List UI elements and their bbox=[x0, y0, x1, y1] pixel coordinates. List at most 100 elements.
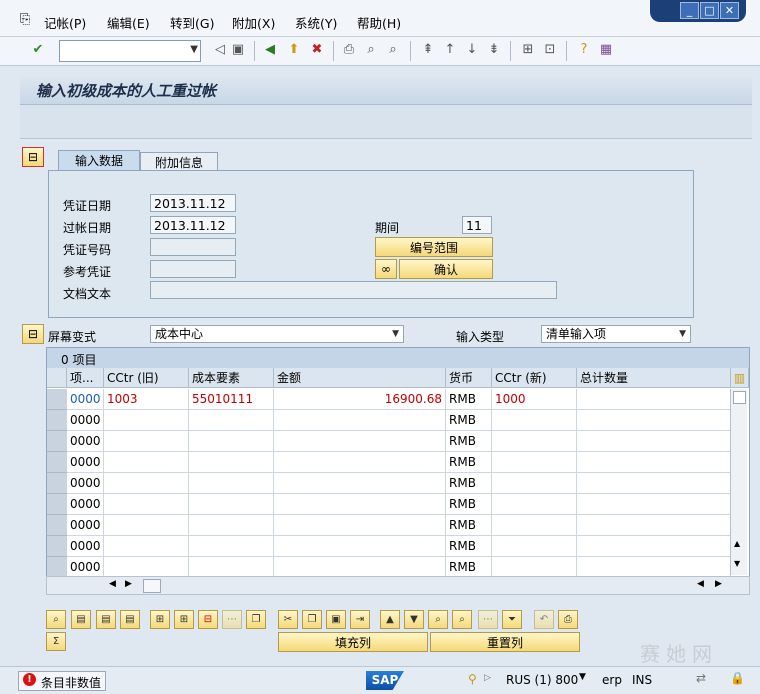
table-cell[interactable] bbox=[577, 536, 731, 557]
table-cell[interactable] bbox=[492, 473, 577, 494]
search-icon[interactable]: ⌕ bbox=[428, 610, 448, 629]
col-total-qty[interactable]: 总计数量 bbox=[577, 368, 731, 388]
table-cell[interactable] bbox=[577, 389, 731, 410]
row-selector[interactable] bbox=[47, 410, 67, 431]
doc-text-field[interactable] bbox=[150, 281, 557, 299]
exit-icon[interactable]: ⬆ bbox=[286, 42, 302, 58]
table-cell[interactable] bbox=[189, 452, 274, 473]
table-cell[interactable] bbox=[577, 515, 731, 536]
paste-icon[interactable]: ▣ bbox=[326, 610, 346, 629]
col-amount[interactable]: 金额 bbox=[274, 368, 446, 388]
back-icon[interactable]: ◀ bbox=[262, 42, 278, 58]
table-cell[interactable]: RMB bbox=[446, 473, 492, 494]
table-cell[interactable]: RMB bbox=[446, 431, 492, 452]
table-cell[interactable] bbox=[274, 494, 446, 515]
row-selector[interactable] bbox=[47, 452, 67, 473]
table-cell[interactable] bbox=[274, 515, 446, 536]
expand-right-icon[interactable]: ▷ bbox=[484, 673, 491, 683]
table-cell[interactable]: 0000 bbox=[67, 410, 104, 431]
scroll-left-icon[interactable]: ◀ bbox=[109, 579, 116, 589]
table-cell[interactable]: 0000 bbox=[67, 389, 104, 410]
shortcut-icon[interactable]: ⊡ bbox=[542, 42, 558, 58]
row-selector[interactable] bbox=[47, 431, 67, 452]
table-cell[interactable]: 1000 bbox=[492, 389, 577, 410]
exit-menu-icon[interactable]: ⎘ bbox=[20, 12, 30, 27]
col-cctr-new[interactable]: CCtr (新) bbox=[492, 368, 577, 388]
command-field[interactable]: ▼ bbox=[59, 40, 201, 62]
sort-ascending-icon[interactable]: ▲ bbox=[380, 610, 400, 629]
table-cell[interactable] bbox=[577, 431, 731, 452]
vertical-scrollbar[interactable]: ▲ ▼ bbox=[730, 389, 747, 575]
reset-column-button[interactable]: 重置列 bbox=[430, 632, 580, 652]
cut-icon[interactable]: ✂ bbox=[278, 610, 298, 629]
doc-number-field[interactable] bbox=[150, 238, 236, 256]
table-cell[interactable]: RMB bbox=[446, 410, 492, 431]
table-cell[interactable] bbox=[104, 494, 189, 515]
period-field[interactable]: 11 bbox=[462, 216, 492, 234]
table-cell[interactable] bbox=[492, 410, 577, 431]
copy-icon[interactable]: ❐ bbox=[246, 610, 266, 629]
table-cell[interactable] bbox=[104, 557, 189, 578]
paste-append-icon[interactable]: ⇥ bbox=[350, 610, 370, 629]
screen-variant-select[interactable]: 成本中心 ▼ bbox=[150, 325, 404, 343]
undo-delete-icon[interactable]: ⋯ bbox=[222, 610, 242, 629]
col-cost-element[interactable]: 成本要素 bbox=[189, 368, 274, 388]
status-message-box[interactable]: ! 条目非数值 bbox=[18, 671, 106, 691]
table-cell[interactable] bbox=[189, 536, 274, 557]
table-cell[interactable] bbox=[577, 473, 731, 494]
scroll-right-icon[interactable]: ▶ bbox=[125, 579, 132, 589]
table-cell[interactable]: RMB bbox=[446, 389, 492, 410]
row-selector[interactable] bbox=[47, 515, 67, 536]
table-cell[interactable] bbox=[492, 557, 577, 578]
table-cell[interactable] bbox=[104, 410, 189, 431]
menu-help[interactable]: 帮助(H) bbox=[357, 13, 401, 32]
minimize-icon[interactable]: _ bbox=[680, 2, 699, 19]
help-icon[interactable]: ? bbox=[576, 42, 592, 58]
menu-goto[interactable]: 转到(G) bbox=[170, 13, 214, 32]
copy-row-icon[interactable]: ⊞ bbox=[174, 610, 194, 629]
chevron-down-icon[interactable]: ▼ bbox=[579, 672, 586, 682]
row-selector[interactable] bbox=[47, 494, 67, 515]
new-session-icon[interactable]: ⊞ bbox=[520, 42, 536, 58]
select-all-icon[interactable]: ▤ bbox=[71, 610, 91, 629]
menu-post[interactable]: 记帐(P) bbox=[44, 13, 86, 32]
table-cell[interactable] bbox=[104, 536, 189, 557]
row-selector[interactable] bbox=[47, 557, 67, 578]
collapse-icon[interactable]: ◁ bbox=[212, 42, 228, 58]
table-cell[interactable]: 0000 bbox=[67, 494, 104, 515]
table-cell[interactable] bbox=[274, 431, 446, 452]
find-next-icon[interactable]: ⌕ bbox=[385, 42, 401, 58]
table-cell[interactable] bbox=[189, 473, 274, 494]
delete-row-icon[interactable]: ⊟ bbox=[198, 610, 218, 629]
filter-icon[interactable]: ⏷ bbox=[502, 610, 522, 629]
table-cell[interactable] bbox=[104, 431, 189, 452]
table-cell[interactable] bbox=[577, 452, 731, 473]
table-cell[interactable] bbox=[104, 473, 189, 494]
table-cell[interactable] bbox=[492, 431, 577, 452]
table-cell[interactable]: 1003 bbox=[104, 389, 189, 410]
table-cell[interactable] bbox=[577, 410, 731, 431]
copy-clipboard-icon[interactable]: ❐ bbox=[302, 610, 322, 629]
cancel-icon[interactable]: ✖ bbox=[309, 42, 325, 58]
table-cell[interactable] bbox=[189, 494, 274, 515]
sum-icon[interactable]: Σ bbox=[46, 632, 66, 651]
chevron-down-icon[interactable]: ▼ bbox=[190, 44, 198, 55]
table-cell[interactable] bbox=[104, 515, 189, 536]
table-cell[interactable]: 55010111 bbox=[189, 389, 274, 410]
fill-column-button[interactable]: 填充列 bbox=[278, 632, 428, 652]
table-cell[interactable] bbox=[189, 431, 274, 452]
table-cell[interactable]: RMB bbox=[446, 494, 492, 515]
first-page-icon[interactable]: ⇞ bbox=[420, 42, 436, 58]
table-cell[interactable] bbox=[274, 557, 446, 578]
next-page-icon[interactable]: ↓ bbox=[464, 42, 480, 58]
col-currency[interactable]: 货币 bbox=[446, 368, 492, 388]
table-cell[interactable] bbox=[274, 536, 446, 557]
system-info-icon[interactable]: ⚲ bbox=[468, 672, 477, 686]
tab-input-data[interactable]: 输入数据 bbox=[58, 150, 140, 171]
table-cell[interactable] bbox=[189, 410, 274, 431]
row-selector[interactable] bbox=[47, 536, 67, 557]
table-cell[interactable]: RMB bbox=[446, 452, 492, 473]
table-cell[interactable] bbox=[492, 494, 577, 515]
table-cell[interactable] bbox=[274, 410, 446, 431]
table-cell[interactable]: 0000 bbox=[67, 536, 104, 557]
